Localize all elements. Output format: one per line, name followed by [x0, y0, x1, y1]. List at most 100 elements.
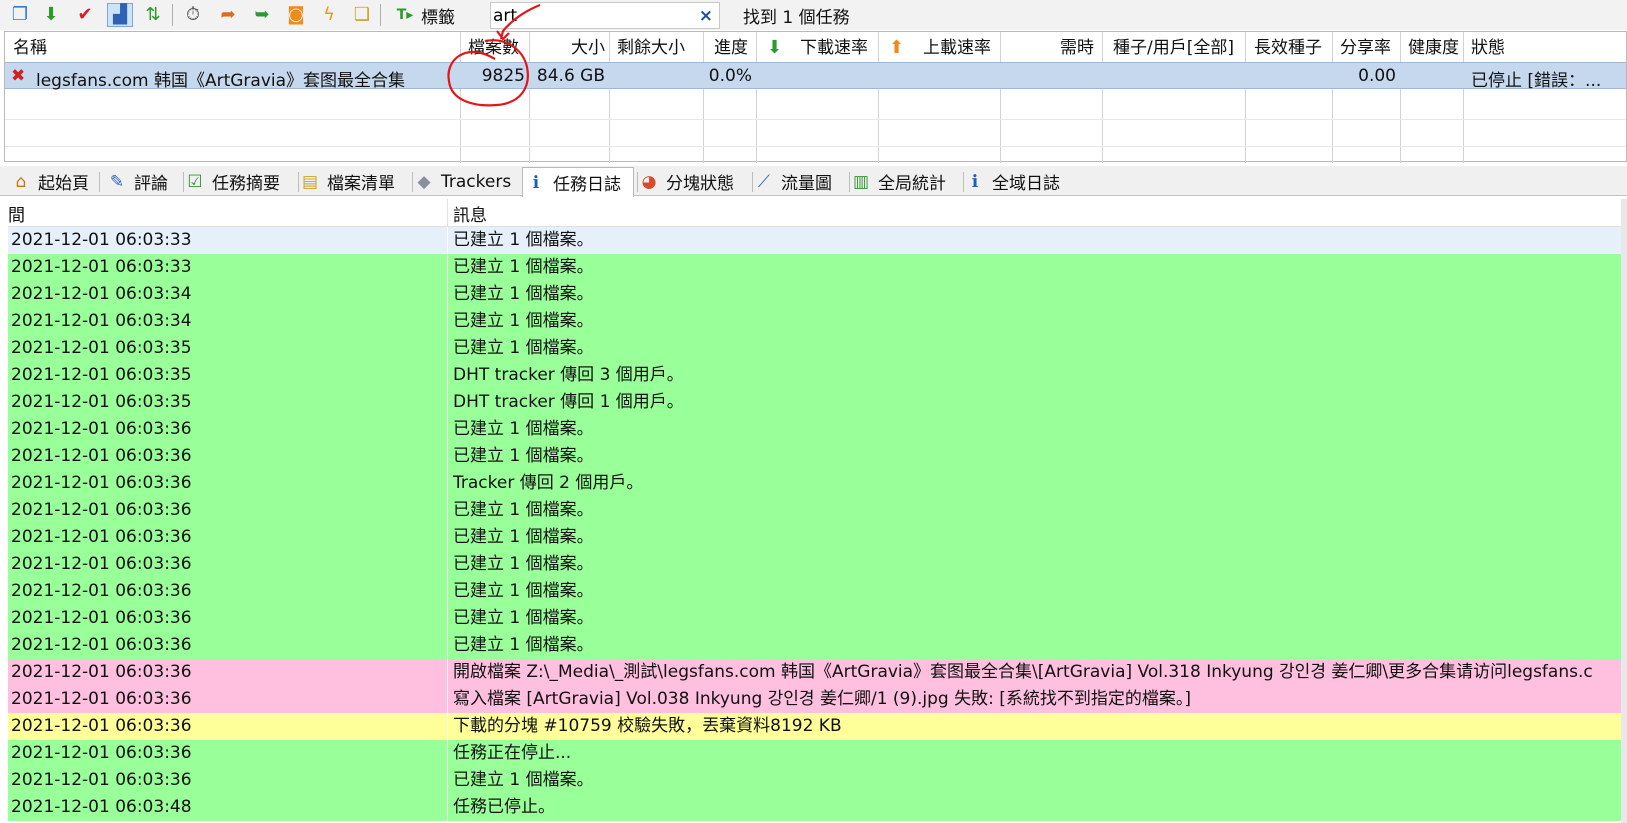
task-log-panel: 間 訊息 2021-12-01 06:03:33 已建立 1 個檔案。 2021-1…: [8, 199, 1623, 823]
toolbar-separator: [172, 4, 173, 26]
log-time: 2021-12-01 06:03:36: [11, 554, 192, 574]
timer-icon[interactable]: ⏱: [180, 3, 206, 27]
log-time: 2021-12-01 06:03:36: [11, 446, 192, 466]
col-header-health[interactable]: 健康度: [1408, 35, 1459, 61]
tab-info[interactable]: ℹ 任務日誌: [522, 167, 634, 197]
log-row[interactable]: 2021-12-01 06:03:36 已建立 1 個檔案。: [8, 416, 1623, 443]
log-row[interactable]: 2021-12-01 06:03:35 DHT tracker 傳回 3 個用戶。: [8, 362, 1623, 389]
layout-icon[interactable]: ▟: [107, 3, 133, 27]
column-divider[interactable]: [756, 32, 757, 163]
column-divider[interactable]: [703, 32, 704, 163]
clipboard-icon[interactable]: ❏: [349, 3, 375, 27]
log-row[interactable]: 2021-12-01 06:03:36 已建立 1 個檔案。: [8, 578, 1623, 605]
tab-label: 全局統計: [878, 174, 946, 194]
log-col-time[interactable]: 間: [8, 201, 25, 226]
log-time: 2021-12-01 06:03:35: [11, 338, 192, 358]
log-row[interactable]: 2021-12-01 06:03:36 任務正在停止...: [8, 740, 1623, 767]
log-time: 2021-12-01 06:03:36: [11, 500, 192, 520]
sort-arrows-icon[interactable]: ⇅: [140, 3, 166, 27]
cell-divider: [447, 767, 448, 794]
cell-divider: [447, 308, 448, 335]
export-icon[interactable]: ➥: [249, 3, 275, 27]
cell-divider: [447, 605, 448, 632]
import-icon[interactable]: ➦: [215, 3, 241, 27]
tag-icon[interactable]: T▸: [392, 3, 418, 27]
col-header-progress[interactable]: 進度: [714, 35, 748, 61]
rss-icon[interactable]: ◙: [283, 3, 309, 27]
log-row[interactable]: 2021-12-01 06:03:34 已建立 1 個檔案。: [8, 281, 1623, 308]
log-row[interactable]: 2021-12-01 06:03:36 已建立 1 個檔案。: [8, 632, 1623, 659]
file-list-icon: ▤: [301, 171, 319, 192]
log-col-message[interactable]: 訊息: [453, 201, 487, 226]
log-time: 2021-12-01 06:03:48: [11, 797, 192, 817]
tab-label: Trackers: [441, 171, 512, 192]
col-header-status[interactable]: 狀態: [1471, 35, 1505, 61]
download-icon[interactable]: ⬇: [38, 3, 64, 27]
tab-pie-chart[interactable]: ◕ 分塊狀態: [636, 167, 749, 196]
log-row[interactable]: 2021-12-01 06:03:36 已建立 1 個檔案。: [8, 605, 1623, 632]
col-header-eta[interactable]: 需時: [1060, 35, 1094, 61]
column-divider[interactable]: [1463, 32, 1464, 163]
log-row[interactable]: 2021-12-01 06:03:33 已建立 1 個檔案。: [8, 227, 1623, 254]
log-row[interactable]: 2021-12-01 06:03:35 DHT tracker 傳回 1 個用戶。: [8, 389, 1623, 416]
log-row[interactable]: 2021-12-01 06:03:36 Tracker 傳回 2 個用戶。: [8, 470, 1623, 497]
check-icon[interactable]: ✔: [72, 3, 98, 27]
cell-divider: [447, 227, 448, 254]
tab-line-graph[interactable]: ⟋ 流量圖: [751, 167, 846, 196]
cell-divider: [447, 470, 448, 497]
log-message: 已建立 1 個檔案。: [453, 419, 594, 439]
log-row[interactable]: 2021-12-01 06:03:36 已建立 1 個檔案。: [8, 524, 1623, 551]
search-result-count: 找到 1 個任務: [743, 8, 850, 28]
cell-divider: [447, 416, 448, 443]
cell-divider: [447, 389, 448, 416]
tab-home-page[interactable]: ⌂ 起始頁: [8, 167, 96, 196]
log-row[interactable]: 2021-12-01 06:03:36 開啟檔案 Z:\_Media\_測試\le…: [8, 659, 1623, 686]
log-row[interactable]: 2021-12-01 06:03:48 任務已停止。: [8, 794, 1623, 821]
column-divider[interactable]: [1400, 32, 1401, 163]
log-header: 間 訊息: [8, 199, 1623, 227]
log-row[interactable]: 2021-12-01 06:03:36 已建立 1 個檔案。: [8, 497, 1623, 524]
column-divider[interactable]: [1000, 32, 1001, 163]
lightning-icon[interactable]: ϟ: [316, 3, 342, 27]
log-row[interactable]: 2021-12-01 06:03:33 已建立 1 個檔案。: [8, 254, 1623, 281]
log-row[interactable]: 2021-12-01 06:03:36 已建立 1 個檔案。: [8, 443, 1623, 470]
tab-comments[interactable]: ✎ 評論: [104, 167, 180, 196]
log-time: 2021-12-01 06:03:33: [11, 257, 192, 277]
column-divider[interactable]: [878, 32, 879, 163]
column-divider[interactable]: [1102, 32, 1103, 163]
download-arrow-icon: ⬇: [767, 37, 783, 58]
col-header-long-seeds[interactable]: 長效種子: [1254, 35, 1322, 61]
column-divider[interactable]: [1245, 32, 1246, 163]
log-row[interactable]: 2021-12-01 06:03:36 已建立 1 個檔案。: [8, 767, 1623, 794]
col-header-remaining[interactable]: 剩餘大小: [617, 35, 685, 61]
log-row[interactable]: 2021-12-01 06:03:36 寫入檔案 [ArtGravia] Vol.…: [8, 686, 1623, 713]
column-divider[interactable]: [447, 199, 448, 227]
log-scrollbar[interactable]: [1621, 199, 1627, 823]
clear-search-icon[interactable]: ×: [699, 6, 713, 26]
col-header-size[interactable]: 大小: [571, 35, 605, 61]
tab-summary[interactable]: ☑ 任務摘要: [182, 167, 295, 196]
torrent-row[interactable]: ✖ legsfans.com 韩国《ArtGravia》套图最全合集 9825 …: [5, 62, 1626, 91]
tab-stats[interactable]: ▥ 全局統計: [848, 167, 960, 196]
tab-file-list[interactable]: ▤ 檔案清單: [297, 167, 409, 196]
col-header-name[interactable]: 名稱: [13, 35, 47, 61]
col-header-seeds-peers[interactable]: 種子/用戶[全部]: [1113, 35, 1234, 61]
cell-divider: [447, 254, 448, 281]
new-task-icon[interactable]: ❐: [7, 3, 33, 27]
column-divider[interactable]: [609, 32, 610, 163]
log-row[interactable]: 2021-12-01 06:03:36 已建立 1 個檔案。: [8, 551, 1623, 578]
log-row[interactable]: 2021-12-01 06:03:34 已建立 1 個檔案。: [8, 308, 1623, 335]
log-row[interactable]: 2021-12-01 06:03:36 下載的分塊 #10759 校驗失敗，丟棄資…: [8, 713, 1623, 740]
col-header-down-rate[interactable]: 下載速率: [800, 35, 868, 61]
col-header-ratio[interactable]: 分享率: [1340, 35, 1391, 61]
home-page-icon: ⌂: [15, 171, 27, 192]
tab-trackers[interactable]: ◆ Trackers: [411, 167, 519, 196]
cell-divider: [447, 794, 448, 821]
col-header-up-rate[interactable]: 上載速率: [923, 35, 991, 61]
tab-label: 任務日誌: [553, 175, 621, 195]
log-row[interactable]: 2021-12-01 06:03:35 已建立 1 個檔案。: [8, 335, 1623, 362]
tab-global-info[interactable]: ℹ 全域日誌: [962, 167, 1074, 196]
column-divider[interactable]: [1332, 32, 1333, 163]
log-time: 2021-12-01 06:03:36: [11, 716, 192, 736]
error-status-icon: ✖: [11, 66, 26, 86]
